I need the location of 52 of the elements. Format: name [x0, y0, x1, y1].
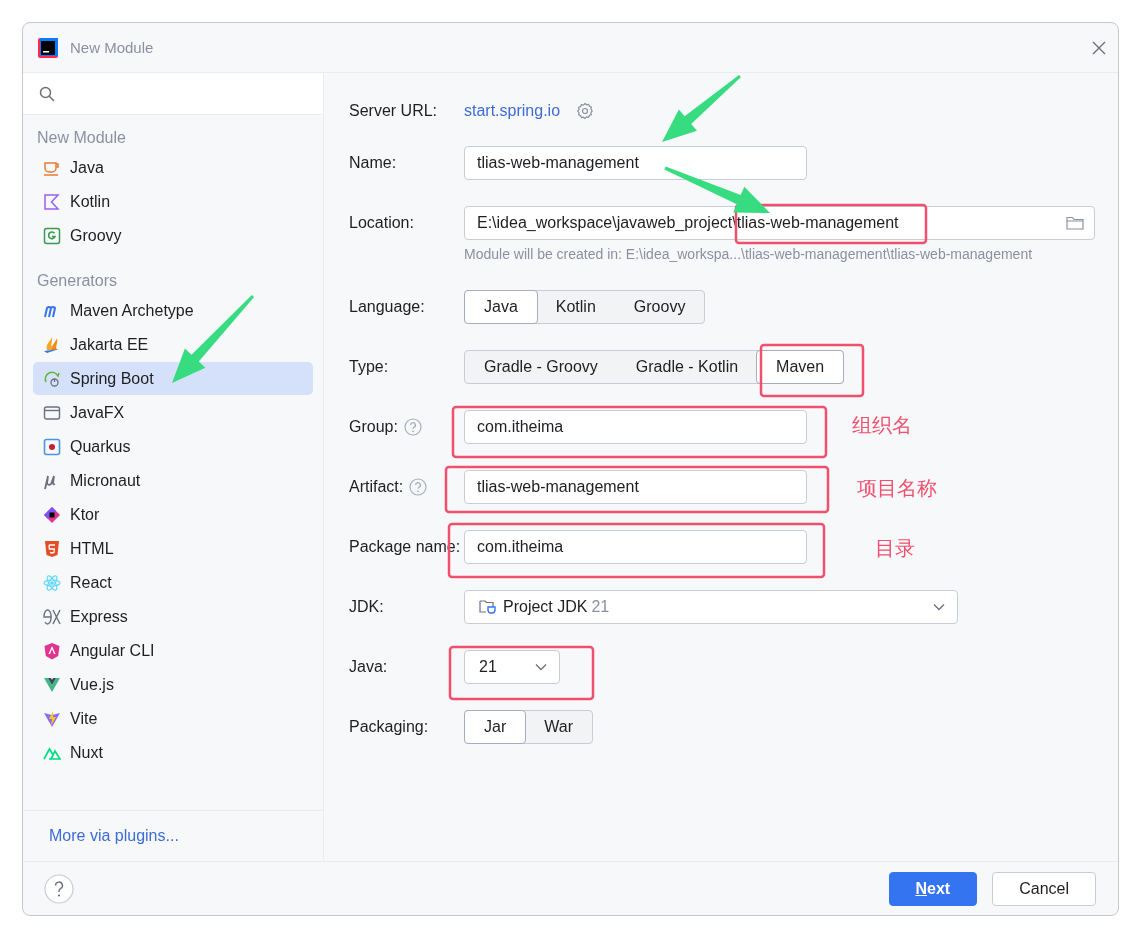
text-field[interactable]: tlias-web-management [464, 470, 807, 504]
segment-option[interactable]: Gradle - Groovy [464, 350, 618, 384]
annotation-note: 组织名 [852, 412, 912, 439]
more-plugins-link[interactable]: More via plugins... [49, 827, 179, 845]
sidebar-item[interactable]: Jakarta EE [33, 328, 313, 361]
annotation-note: 项目名称 [857, 475, 937, 502]
sidebar-item[interactable]: Ktor [33, 498, 313, 531]
sidebar-item[interactable]: Micronaut [33, 464, 313, 497]
sidebar-item[interactable]: Spring Boot [33, 362, 313, 395]
next-button[interactable]: Next [888, 871, 978, 906]
field-label: JDK: [349, 598, 384, 616]
sidebar-item[interactable]: Vite [33, 702, 313, 735]
segment-option[interactable]: Maven [756, 350, 845, 384]
sidebar-item[interactable]: Express [33, 600, 313, 633]
field-label: Group: [349, 418, 398, 436]
field-label: Language: [349, 298, 425, 316]
sidebar-item[interactable]: Angular CLI [33, 634, 313, 667]
segment-option[interactable]: War [524, 710, 593, 744]
field-label: Java: [349, 658, 388, 676]
server-url-link[interactable]: start.spring.io [464, 102, 561, 120]
text-field[interactable]: com.itheima [464, 530, 807, 564]
sidebar-item[interactable]: Quarkus [33, 430, 313, 463]
sidebar-item[interactable]: Maven Archetype [33, 294, 313, 327]
sidebar-item[interactable]: Java [33, 151, 313, 184]
segment-option[interactable]: Groovy [613, 290, 706, 324]
sidebar-item[interactable]: React [33, 566, 313, 599]
cancel-button[interactable]: Cancel [992, 871, 1096, 906]
sidebar-item[interactable]: Vue.js [33, 668, 313, 701]
sidebar-item[interactable]: Groovy [33, 219, 313, 252]
sidebar-item[interactable]: JavaFX [33, 396, 313, 429]
segment-option[interactable]: Gradle - Kotlin [615, 350, 759, 384]
java-version-dropdown[interactable]: 21 [464, 650, 560, 684]
field-label: Server URL: [349, 102, 438, 120]
segment-option[interactable]: Jar [464, 710, 527, 744]
segment-option[interactable]: Java [464, 290, 538, 324]
sidebar-item[interactable]: Kotlin [33, 185, 313, 218]
field-label: Type: [349, 358, 389, 376]
jdk-dropdown[interactable]: Project JDK 21 [464, 590, 958, 624]
field-label: Location: [349, 214, 414, 232]
segment-option[interactable]: Kotlin [535, 290, 616, 324]
sidebar-item[interactable]: HTML [33, 532, 313, 565]
field-label: Packaging: [349, 718, 429, 736]
text-field[interactable]: com.itheima [464, 410, 807, 444]
text-field[interactable]: tlias-web-management [464, 146, 807, 180]
annotation-note: 目录 [875, 535, 915, 562]
location-hint: Module will be created in: E:\idea_workspa...\tlias-web-management\tlias-web-management [463, 246, 1034, 264]
section-header: Generators [36, 271, 119, 291]
sidebar-item[interactable]: Nuxt [33, 736, 313, 769]
section-header: New Module [36, 128, 127, 148]
field-label: Artifact: [349, 478, 404, 496]
window-title: New Module [70, 39, 154, 56]
field-label: Name: [349, 154, 397, 172]
